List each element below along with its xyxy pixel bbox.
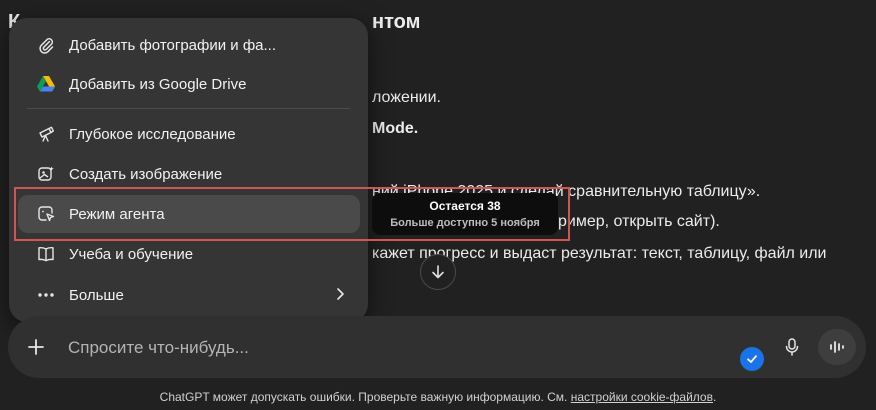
add-attachment-button[interactable] [20,331,52,363]
prompt-input[interactable] [66,335,670,361]
footer-disclaimer: ChatGPT может допускать ошибки. Проверьт… [0,390,876,404]
menu-item-more[interactable]: Больше [18,276,360,314]
telescope-icon [35,123,57,145]
tools-menu: Добавить фотографии и фа... Добавить из … [9,18,368,322]
waveform-icon [830,341,844,353]
agent-cursor-icon [35,203,57,225]
dictate-button[interactable] [776,331,808,363]
composer [8,316,866,378]
tooltip-renewal: Больше доступно 5 ноября [390,217,540,229]
menu-item-create-image[interactable]: Создать изображение [18,155,360,193]
google-drive-icon [35,73,57,95]
voice-mode-button[interactable] [818,329,856,365]
agent-mode-tooltip: Остается 38 Больше доступно 5 ноября [372,193,558,235]
chat-text-line: Mode. [372,120,419,137]
menu-item-label: Глубокое исследование [69,125,236,143]
menu-item-add-files[interactable]: Добавить фотографии и фа... [18,26,360,64]
menu-item-label: Создать изображение [69,165,223,183]
menu-item-agent-mode[interactable]: Режим агента [18,195,360,233]
menu-item-label: Добавить фотографии и фа... [69,36,277,54]
chat-text-line: ложении. [372,89,441,106]
menu-item-study-learn[interactable]: Учеба и обучение [18,235,360,273]
plus-icon [28,339,44,355]
book-icon [35,243,57,265]
menu-item-deep-research[interactable]: Глубокое исследование [18,115,360,153]
chevron-right-icon [334,285,346,307]
menu-item-label: Больше [69,286,124,304]
cookie-settings-link[interactable]: настройки cookie-файлов [571,390,713,404]
arrow-down-icon [432,265,444,279]
footer-text: ChatGPT может допускать ошибки. Проверьт… [159,390,571,404]
microphone-icon [785,338,799,356]
menu-item-label: Добавить из Google Drive [69,75,247,93]
image-create-icon [35,163,57,185]
menu-item-label: Режим агента [69,205,165,223]
check-badge-icon [740,347,764,371]
menu-divider [27,108,350,109]
menu-item-label: Учеба и обучение [69,245,194,263]
tooltip-remaining: Остается 38 [429,199,501,213]
paperclip-icon [35,34,57,56]
scroll-to-bottom-button[interactable] [420,254,456,290]
more-dots-icon [35,284,57,306]
chat-text-line: ример, открыть сайт). [558,213,720,230]
menu-item-google-drive[interactable]: Добавить из Google Drive [18,65,360,103]
footer-end: . [712,390,717,404]
chat-title-end: нтом [372,11,421,33]
